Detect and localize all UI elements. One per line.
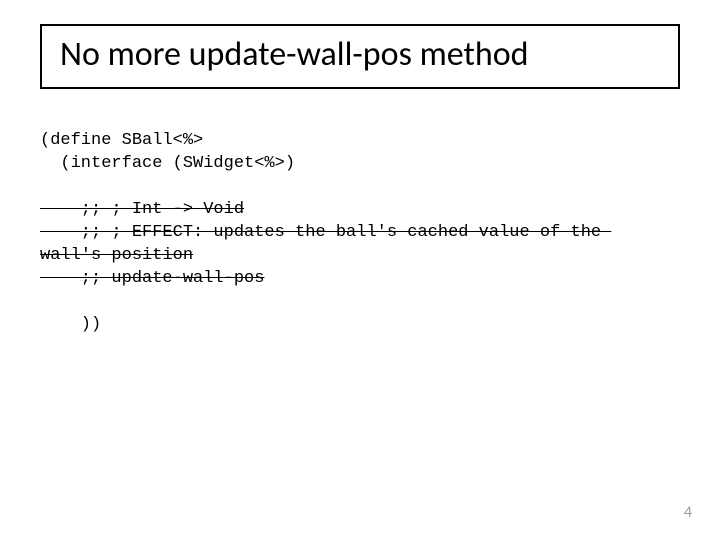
code-line-struck: wall's position (40, 246, 193, 265)
title-frame: No more update-wall-pos method (40, 24, 680, 89)
slide-title: No more update-wall-pos method (60, 36, 660, 73)
page-number: 4 (684, 503, 692, 522)
code-line-struck: ;; ; EFFECT: updates the ball's cached v… (40, 223, 611, 242)
code-block: (define SBall<%> (interface (SWidget<%>)… (40, 130, 680, 336)
code-line-struck: ;; ; Int -> Void (40, 200, 244, 219)
code-line: (define SBall<%> (40, 131, 203, 150)
code-line: (interface (SWidget<%>) (40, 154, 295, 173)
code-line: )) (40, 315, 101, 334)
code-line-struck: ;; update-wall-pos (40, 269, 264, 288)
